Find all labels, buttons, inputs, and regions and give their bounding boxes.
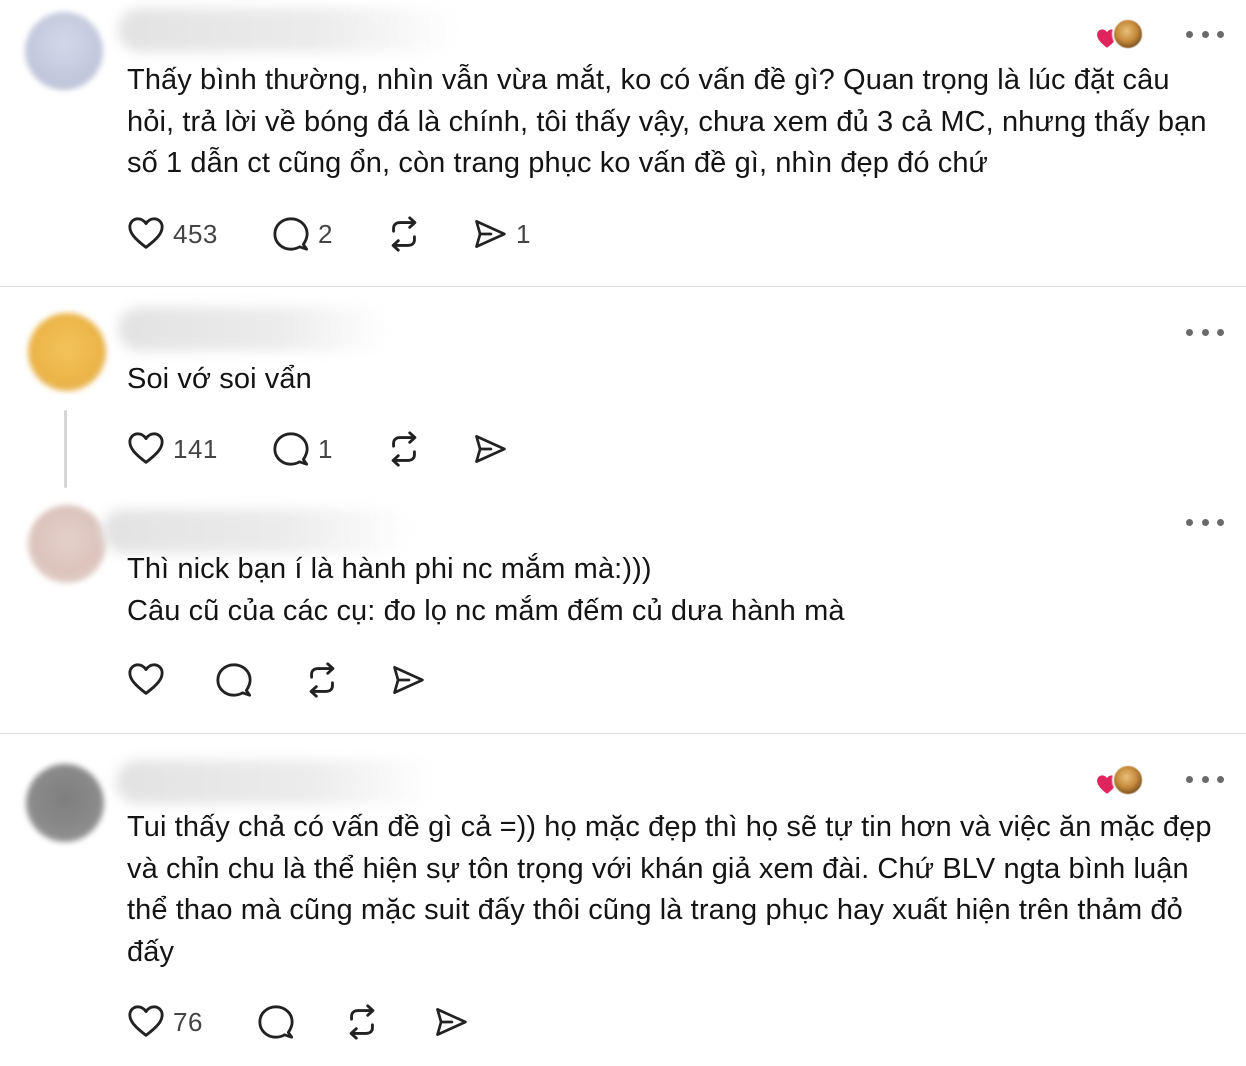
reply-count: 1 — [318, 433, 333, 464]
more-dots-icon — [1186, 328, 1193, 336]
like-count: 76 — [173, 1006, 203, 1037]
like-button[interactable]: 141 — [127, 429, 218, 469]
comment-text: Tui thấy chả có vấn đề gì cả =)) họ mặc … — [127, 811, 1220, 968]
reaction-avatars — [1096, 764, 1144, 800]
repost-arrows-icon — [303, 660, 341, 700]
reply-count: 2 — [318, 218, 333, 249]
send-paper-plane-icon — [433, 1004, 469, 1040]
heart-icon — [127, 215, 165, 253]
repost-button[interactable] — [385, 429, 423, 469]
comment-bubble-icon — [215, 661, 253, 699]
share-button[interactable] — [472, 429, 508, 469]
repost-button[interactable] — [303, 660, 341, 700]
comment-bubble-icon — [272, 430, 310, 468]
more-dots-icon — [1186, 518, 1193, 526]
send-paper-plane-icon — [390, 662, 426, 698]
username[interactable] — [102, 509, 412, 553]
comment-bubble-icon — [257, 1003, 295, 1041]
comment-text: Soi vớ soi vẩn — [127, 363, 312, 395]
heart-icon — [127, 1003, 165, 1041]
comment-text: Thì nick bạn í là hành phi nc mắm mà:)))… — [127, 553, 845, 627]
more-options-button[interactable] — [1186, 517, 1224, 527]
share-count: 1 — [516, 218, 531, 249]
reply-button[interactable] — [257, 1002, 295, 1042]
like-count: 453 — [173, 218, 218, 249]
like-count: 141 — [173, 433, 218, 464]
send-paper-plane-icon — [472, 216, 508, 252]
avatar[interactable] — [25, 12, 103, 90]
send-paper-plane-icon — [472, 431, 508, 467]
like-button[interactable]: 76 — [127, 1002, 203, 1042]
username[interactable] — [116, 760, 436, 804]
reaction-avatars — [1096, 18, 1144, 54]
heart-icon — [127, 430, 165, 468]
share-button[interactable] — [390, 660, 426, 700]
comment-post: Thấy bình thường, nhìn vẫn vừa mắt, ko c… — [0, 0, 1246, 286]
comment-text: Thấy bình thường, nhìn vẫn vừa mắt, ko c… — [127, 64, 1215, 179]
username[interactable] — [118, 8, 458, 52]
reactor-avatar — [1112, 764, 1144, 796]
repost-button[interactable] — [385, 214, 423, 254]
more-options-button[interactable] — [1186, 29, 1224, 39]
more-dots-icon — [1186, 775, 1193, 783]
more-options-button[interactable] — [1186, 327, 1224, 337]
comment-post: Thì nick bạn í là hành phi nc mắm mà:)))… — [0, 497, 1246, 733]
comment-bubble-icon — [272, 215, 310, 253]
repost-arrows-icon — [343, 1002, 381, 1042]
comment-post: Soi vớ soi vẩn 141 1 — [0, 287, 1246, 497]
repost-button[interactable] — [343, 1002, 381, 1042]
more-dots-icon — [1186, 30, 1193, 38]
comment-post: Tui thấy chả có vấn đề gì cả =)) họ mặc … — [0, 734, 1246, 1066]
reactor-avatar — [1112, 18, 1144, 50]
share-button[interactable] — [433, 1002, 469, 1042]
reply-button[interactable]: 1 — [272, 429, 333, 469]
more-options-button[interactable] — [1186, 774, 1224, 784]
reply-button[interactable] — [215, 660, 253, 700]
avatar[interactable] — [28, 505, 106, 583]
thread-line — [64, 410, 67, 488]
avatar[interactable] — [28, 313, 106, 391]
like-button[interactable]: 453 — [127, 214, 218, 254]
reply-button[interactable]: 2 — [272, 214, 333, 254]
repost-arrows-icon — [385, 429, 423, 469]
repost-arrows-icon — [385, 214, 423, 254]
heart-icon — [127, 661, 165, 699]
share-button[interactable]: 1 — [472, 214, 531, 254]
avatar[interactable] — [26, 764, 104, 842]
like-button[interactable] — [127, 660, 165, 700]
username[interactable] — [118, 307, 388, 351]
